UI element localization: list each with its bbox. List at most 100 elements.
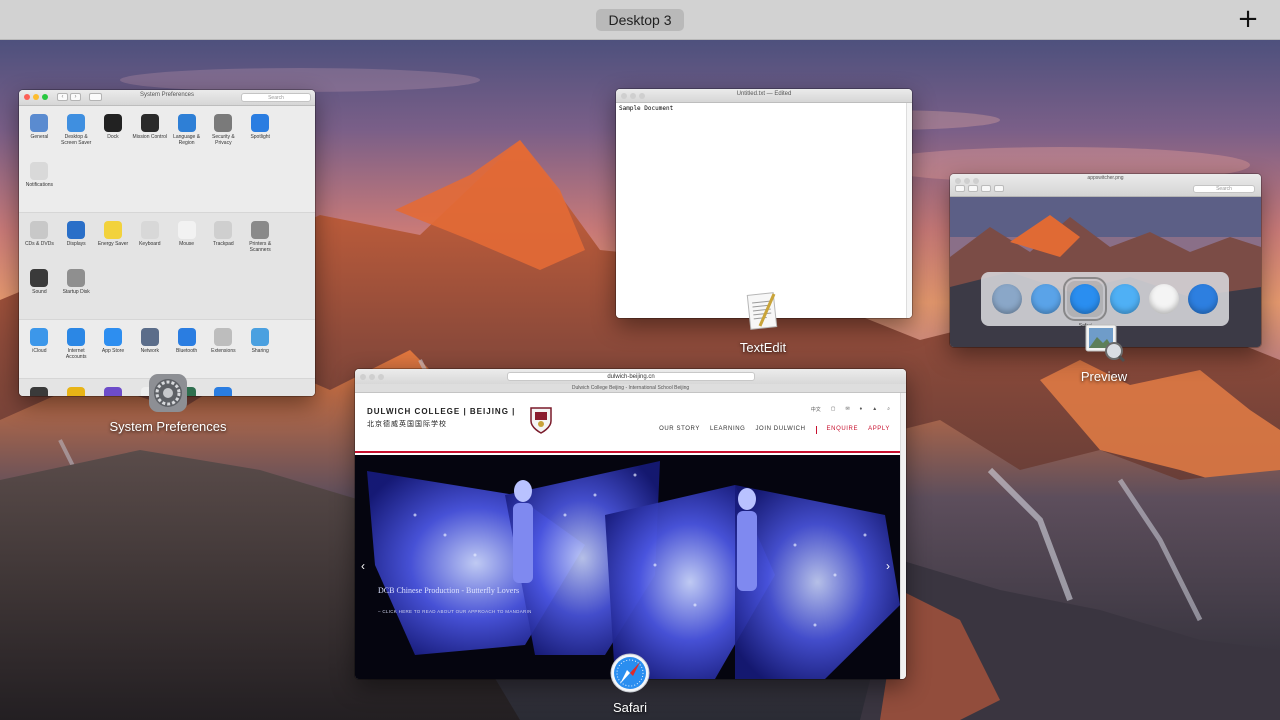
- preference-pane-item[interactable]: Bluetooth: [168, 326, 205, 374]
- preference-pane-item[interactable]: Printers & Scanners: [242, 219, 279, 267]
- preference-pane-icon: [103, 221, 122, 239]
- minimize-icon[interactable]: [369, 374, 375, 380]
- utility-link[interactable]: ⌕: [887, 406, 890, 413]
- preference-pane-icon: [30, 221, 49, 239]
- preference-pane-item[interactable]: Mission Control: [131, 112, 168, 160]
- preference-pane-item[interactable]: Language & Region: [168, 112, 205, 160]
- textedit-app-icon[interactable]: [744, 290, 782, 334]
- utility-link[interactable]: ♦: [860, 406, 863, 413]
- search-input[interactable]: Search: [1193, 185, 1255, 193]
- switcher-textedit-app-icon[interactable]: [1146, 281, 1182, 317]
- preference-pane-item[interactable]: Sound: [21, 267, 58, 315]
- preference-pane-item[interactable]: General: [21, 112, 58, 160]
- preference-pane-item[interactable]: App Store: [95, 326, 132, 374]
- preference-pane-label: Energy Saver: [97, 241, 129, 247]
- system-preferences-app-icon[interactable]: [147, 372, 189, 414]
- preference-pane-item[interactable]: iCloud: [21, 326, 58, 374]
- add-space-icon[interactable]: +: [1234, 6, 1262, 34]
- carousel-next-icon[interactable]: ›: [886, 559, 890, 573]
- preference-pane-item[interactable]: Trackpad: [205, 219, 242, 267]
- hero-link[interactable]: – CLICK HERE TO READ ABOUT OUR APPROACH …: [378, 609, 532, 614]
- utility-link[interactable]: ✉: [845, 406, 849, 413]
- document-text[interactable]: Sample Document: [619, 105, 673, 112]
- search-input[interactable]: Search: [241, 93, 311, 102]
- share-icon[interactable]: [994, 185, 1004, 192]
- nav-link[interactable]: OUR STORY: [659, 426, 700, 434]
- preview-window[interactable]: appswitcher.png Search Safari: [950, 174, 1261, 347]
- preference-pane-item[interactable]: Notifications: [21, 160, 58, 208]
- nav-link[interactable]: JOIN DULWICH: [755, 426, 805, 434]
- preference-pane-item[interactable]: Sharing: [242, 326, 279, 374]
- preference-pane-item[interactable]: Siri: [95, 385, 132, 396]
- nav-link[interactable]: LEARNING: [710, 426, 745, 434]
- preference-pane-label: Internet Accounts: [65, 348, 87, 360]
- preference-pane-item[interactable]: Keyboard: [131, 219, 168, 267]
- textedit-window[interactable]: Untitled.txt — Edited Sample Document: [616, 89, 912, 318]
- app-switcher: Safari: [981, 272, 1229, 329]
- utility-links: 中文 ▢ ✉ ♦ ▲ ⌕: [811, 406, 890, 413]
- preference-pane-item[interactable]: Startup Disk: [58, 267, 95, 315]
- preference-pane-label: Desktop & Screen Saver: [61, 134, 92, 146]
- document-body[interactable]: Sample Document: [616, 103, 912, 318]
- scrollbar[interactable]: [900, 393, 906, 679]
- window-titlebar: ‹ › System Preferences Search: [19, 90, 315, 106]
- switcher-finder-app-icon[interactable]: [1028, 281, 1064, 317]
- preference-pane-item[interactable]: Accessibility: [205, 385, 242, 396]
- switcher-messages-app-icon[interactable]: [1107, 281, 1143, 317]
- system-preferences-window[interactable]: ‹ › System Preferences Search General Des…: [19, 90, 315, 396]
- preference-pane-icon: [30, 162, 49, 180]
- preference-pane-item[interactable]: Extensions: [205, 326, 242, 374]
- messages-app-icon: [1109, 284, 1140, 314]
- nav-cta-link[interactable]: ENQUIRE: [827, 426, 859, 434]
- preference-pane-item[interactable]: Users & Groups: [21, 385, 58, 396]
- preference-pane-item[interactable]: Mouse: [168, 219, 205, 267]
- preference-pane-label: Spotlight: [250, 134, 270, 140]
- preference-pane-icon: [140, 328, 159, 346]
- preference-pane-item[interactable]: Dock: [95, 112, 132, 160]
- preference-pane-icon: [177, 221, 196, 239]
- main-navigation: OUR STORY LEARNING JOIN DULWICH ENQUIRE APPL…: [659, 426, 890, 434]
- address-bar[interactable]: dulwich-beijing.cn: [507, 372, 755, 381]
- nav-cta-link[interactable]: APPLY: [868, 426, 890, 434]
- preference-pane-item[interactable]: Parental Controls: [58, 385, 95, 396]
- preference-pane-label: Startup Disk: [62, 289, 90, 295]
- preference-pane-icon: [30, 114, 49, 132]
- window-toolbar: appswitcher.png Search: [950, 174, 1261, 197]
- close-icon[interactable]: [360, 374, 366, 380]
- window-titlebar: Untitled.txt — Edited: [616, 89, 912, 103]
- switcher-safari-app-icon[interactable]: Safari: [1063, 277, 1108, 329]
- preview-app-icon[interactable]: [1084, 323, 1126, 363]
- space-desktop-3[interactable]: Desktop 3: [596, 9, 684, 31]
- hero-carousel[interactable]: DCB Chinese Production - Butterfly Lover…: [355, 455, 900, 679]
- zoom-icon[interactable]: [378, 374, 384, 380]
- preference-pane-item[interactable]: Internet Accounts: [58, 326, 95, 374]
- preference-pane-item[interactable]: Security & Privacy: [205, 112, 242, 160]
- preference-pane-item[interactable]: Network: [131, 326, 168, 374]
- scrollbar[interactable]: [906, 103, 912, 318]
- zoom-out-icon[interactable]: [968, 185, 978, 192]
- zoom-in-icon[interactable]: [981, 185, 991, 192]
- sidebar-icon[interactable]: [955, 185, 965, 192]
- utility-link[interactable]: ▲: [872, 406, 877, 413]
- textedit-label: TextEdit: [739, 340, 787, 355]
- tab-title[interactable]: Dulwich College Beijing - International …: [355, 384, 906, 393]
- preference-pane-item[interactable]: Displays: [58, 219, 95, 267]
- site-logo-text[interactable]: DULWICH COLLEGE | BEIJING |: [367, 407, 515, 416]
- hero-image: [355, 455, 900, 679]
- preference-pane-label: CDs & DVDs: [24, 241, 54, 247]
- preference-pane-item[interactable]: Energy Saver: [95, 219, 132, 267]
- preference-pane-item[interactable]: Spotlight: [242, 112, 279, 160]
- utility-link[interactable]: ▢: [831, 406, 836, 413]
- itunes-app-icon: [1188, 284, 1219, 314]
- safari-app-icon[interactable]: [609, 652, 651, 694]
- switcher-preview-app-icon[interactable]: [989, 281, 1025, 317]
- utility-link[interactable]: 中文: [811, 406, 821, 413]
- preference-pane-item[interactable]: Desktop & Screen Saver: [58, 112, 95, 160]
- preference-pane-label: Printers & Scanners: [249, 241, 272, 253]
- site-header: DULWICH COLLEGE | BEIJING | 北京德威英国国际学校 中…: [355, 393, 906, 453]
- safari-window[interactable]: dulwich-beijing.cn Dulwich College Beiji…: [355, 369, 906, 679]
- carousel-prev-icon[interactable]: ‹: [361, 559, 365, 573]
- preference-pane-label: Trackpad: [213, 241, 234, 247]
- switcher-itunes-app-icon[interactable]: [1185, 281, 1221, 317]
- preference-pane-item[interactable]: CDs & DVDs: [21, 219, 58, 267]
